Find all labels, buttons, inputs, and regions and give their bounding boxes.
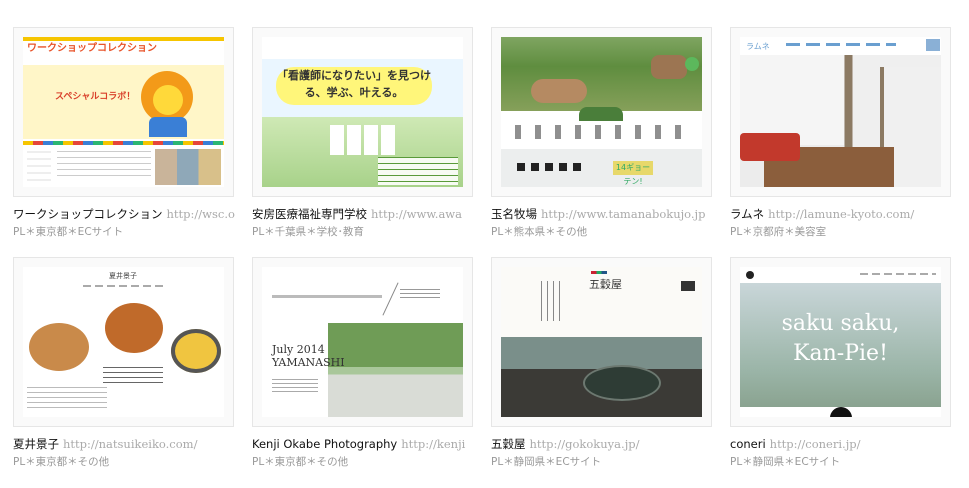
site-thumbnail[interactable]: saku saku, Kan-Pie! — [730, 257, 951, 427]
site-meta: PL＊東京都＊その他 — [13, 456, 110, 468]
site-name[interactable]: 玉名牧場 — [491, 207, 537, 221]
thumbnail-logo: 五穀屋 — [589, 278, 622, 291]
thumbnail-place: YAMANASHI — [272, 356, 345, 369]
site-thumbnail[interactable]: 夏井景子 — [13, 257, 234, 427]
hero-text: スペシャルコラボ！ — [55, 92, 136, 102]
site-thumbnail[interactable]: 「看護師になりたい」を見つける、学ぶ、叶える。 — [252, 27, 473, 197]
site-meta: PL＊東京都＊ECサイト — [13, 226, 124, 238]
site-meta: PL＊静岡県＊ECサイト — [491, 456, 602, 468]
site-thumbnail[interactable]: July 2014 YAMANASHI — [252, 257, 473, 427]
site-name[interactable]: coneri — [730, 437, 766, 451]
site-name[interactable]: Kenji Okabe Photography — [252, 437, 397, 451]
site-url[interactable]: http://wsc.or.jp/ — [167, 207, 236, 221]
site-meta: PL＊千葉県＊学校･教育 — [252, 226, 364, 238]
thumbnail-logo: 夏井景子 — [109, 272, 137, 280]
site-name[interactable]: 夏井景子 — [13, 437, 59, 451]
site-meta: PL＊静岡県＊ECサイト — [730, 456, 841, 468]
site-meta: PL＊熊本県＊その他 — [491, 226, 588, 238]
site-url[interactable]: http://natsuikeiko.com/ — [63, 437, 197, 451]
site-name[interactable]: ワークショップコレクション — [13, 207, 163, 221]
site-url[interactable]: http://kenji — [401, 437, 465, 451]
site-name[interactable]: ラムネ — [730, 207, 764, 221]
thumbnail-headline-1: saku saku, — [781, 311, 900, 336]
site-url[interactable]: http://lamune-kyoto.com/ — [768, 207, 914, 221]
site-thumbnail[interactable]: ラムネ — [730, 27, 951, 197]
site-name[interactable]: 五穀屋 — [491, 437, 526, 451]
thumbnail-logo: ラムネ — [746, 42, 770, 51]
thumbnail-headline: 「看護師になりたい」を見つける、学ぶ、叶える。 — [276, 67, 432, 105]
site-meta: PL＊東京都＊その他 — [252, 456, 349, 468]
logo-dot-icon — [746, 271, 754, 279]
site-thumbnail[interactable]: ワークショップコレクション スペシャルコラボ！ — [13, 27, 234, 197]
site-url[interactable]: http://coneri.jp/ — [770, 437, 861, 451]
site-url[interactable]: http://gokokuya.jp/ — [530, 437, 640, 451]
site-url[interactable]: http://www.tamanabokujo.jp — [541, 207, 706, 221]
thumbnail-tag: 14ギョーテン! — [613, 161, 653, 186]
site-meta: PL＊京都府＊美容室 — [730, 226, 827, 238]
site-thumbnail[interactable]: 五穀屋 — [491, 257, 712, 427]
thumbnail-headline-2: Kan-Pie! — [793, 341, 888, 366]
site-name[interactable]: 安房医療福祉専門学校 — [252, 207, 367, 221]
thumbnail-date: July 2014 — [272, 343, 325, 356]
site-thumbnail[interactable]: 14ギョーテン! — [491, 27, 712, 197]
site-url[interactable]: http://www.awa — [371, 207, 462, 221]
thumbnail-logo: ワークショップコレクション — [27, 43, 157, 54]
speaker-icon — [926, 39, 940, 51]
